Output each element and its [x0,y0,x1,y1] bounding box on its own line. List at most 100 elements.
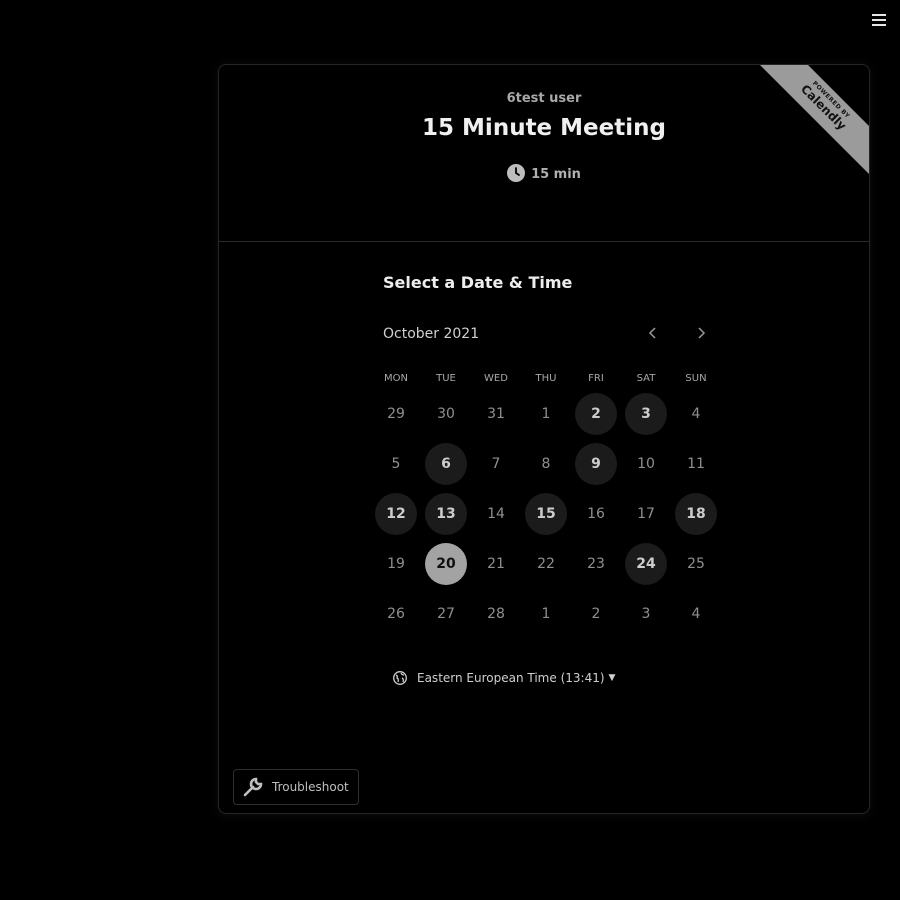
weekday-sun: SUN [685,373,707,384]
calendar-day: 28 [471,589,521,639]
globe-icon [393,671,407,685]
caret-down-icon: ▼ [608,673,616,683]
prev-month-button[interactable] [639,319,667,347]
calendar-day: 10 [621,439,671,489]
weekday-tue: TUE [436,373,456,384]
booking-card: POWERED BY Calendly 6test user 15 Minute… [218,64,870,814]
calendar-day: 4 [671,389,721,439]
event-header: 6test user 15 Minute Meeting 15 min [219,65,869,242]
calendar-day-number: 1 [541,606,551,622]
calendar-day: 1 [521,389,571,439]
calendar-day[interactable]: 13 [421,489,471,539]
calendar-day: 27 [421,589,471,639]
calendar-day[interactable]: 3 [621,389,671,439]
chevron-left-icon [648,327,656,339]
calendar-day: 17 [621,489,671,539]
calendar-day-number: 2 [575,393,617,435]
calendar-day: 1 [521,589,571,639]
calendar-day-number: 2 [591,606,601,622]
calendar-week: 19 20 21 22 23 24 25 [371,539,721,589]
timezone-selector[interactable]: Eastern European Time (13:41) ▼ [393,671,615,685]
calendar-day-number: 4 [691,406,701,422]
calendar-day-number: 29 [387,406,405,422]
calendar-day: 8 [521,439,571,489]
calendar-day: 16 [571,489,621,539]
weekday-thu: THU [535,373,557,384]
calendar-day: 30 [421,389,471,439]
calendar-week: 26 27 28 1 2 3 4 [371,589,721,639]
calendar-week: 12 13 14 15 16 17 18 [371,489,721,539]
calendar-day: 23 [571,539,621,589]
calendar-day: 25 [671,539,721,589]
weekday-sat: SAT [636,373,656,384]
calendar-day-number: 28 [487,606,505,622]
calendar-grid: 29 30 31 1 2 3 4 5 6 7 8 9 10 11 12 13 14 15 16 17 18 19 20 21 2… [371,389,721,639]
calendar-day-number: 25 [687,556,705,572]
calendar-day-number: 3 [625,393,667,435]
calendar-day: 2 [571,589,621,639]
calendar-day-number: 18 [675,493,717,535]
calendar-week: 29 30 31 1 2 3 4 [371,389,721,439]
section-title: Select a Date & Time [383,273,573,292]
calendar-day: 11 [671,439,721,489]
calendar-day[interactable]: 9 [571,439,621,489]
calendar-day: 19 [371,539,421,589]
calendar-day[interactable]: 18 [671,489,721,539]
calendar-day-number: 12 [375,493,417,535]
calendar-day: 5 [371,439,421,489]
calendar-day[interactable]: 12 [371,489,421,539]
calendar-day-number: 22 [537,556,555,572]
calendar-day-number: 31 [487,406,505,422]
calendar-day-number: 4 [691,606,701,622]
calendar-day-number: 21 [487,556,505,572]
calendar-day-number: 30 [437,406,455,422]
menu-icon[interactable] [872,14,886,28]
weekday-wed: WED [484,373,508,384]
weekday-header: MON TUE WED THU FRI SAT SUN [371,373,721,384]
calendar-day-number: 6 [425,443,467,485]
duration-label: 15 min [531,167,581,182]
calendar-day-number: 13 [425,493,467,535]
calendar-day-number: 17 [637,506,655,522]
calendar-day: 4 [671,589,721,639]
weekday-fri: FRI [588,373,604,384]
calendar-day-number: 7 [491,456,501,472]
timezone-label: Eastern European Time (13:41) [417,671,605,685]
calendar-day[interactable]: 2 [571,389,621,439]
next-month-button[interactable] [687,319,715,347]
calendar-day-number: 1 [541,406,551,422]
calendar-day-number: 5 [391,456,401,472]
calendar-day: 29 [371,389,421,439]
calendar-day: 14 [471,489,521,539]
calendar-day: 22 [521,539,571,589]
calendar-day: 21 [471,539,521,589]
calendar-day-number: 20 [425,543,467,585]
troubleshoot-label: Troubleshoot [272,780,349,794]
calendar-day-selected[interactable]: 20 [421,539,471,589]
calendar-day-number: 26 [387,606,405,622]
calendar-day-number: 16 [587,506,605,522]
calendar-day-number: 14 [487,506,505,522]
wrench-icon [243,777,263,797]
calendar-day-number: 23 [587,556,605,572]
month-label: October 2021 [383,326,480,342]
chevron-right-icon [698,327,706,339]
calendar-day[interactable]: 6 [421,439,471,489]
calendar-day[interactable]: 24 [621,539,671,589]
event-duration: 15 min [219,163,869,182]
calendar-week: 5 6 7 8 9 10 11 [371,439,721,489]
calendar-day-number: 3 [641,606,651,622]
calendar-day: 31 [471,389,521,439]
calendar-day: 7 [471,439,521,489]
calendar-day: 26 [371,589,421,639]
calendar-day-number: 24 [625,543,667,585]
calendar-day-number: 19 [387,556,405,572]
calendar-day-number: 27 [437,606,455,622]
calendar-day-number: 11 [687,456,705,472]
calendar-day-number: 10 [637,456,655,472]
weekday-mon: MON [384,373,408,384]
calendar-day[interactable]: 15 [521,489,571,539]
troubleshoot-button[interactable]: Troubleshoot [233,769,359,805]
calendar-day-number: 15 [525,493,567,535]
calendar-day: 3 [621,589,671,639]
